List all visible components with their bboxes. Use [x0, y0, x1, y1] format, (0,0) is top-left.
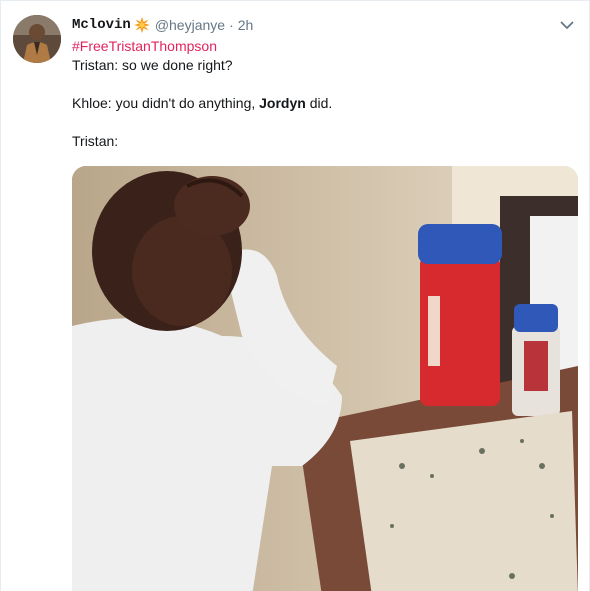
display-name[interactable]: Mclovin [72, 17, 131, 33]
separator-dot: · [229, 17, 234, 33]
tweet-line-2: Khloe: you didn't do anything, Jordyn di… [72, 94, 572, 113]
tweet-line-3: Tristan: [72, 133, 119, 149]
tweet-line-1: Tristan: so we done right? [72, 57, 233, 73]
collision-emoji-icon [133, 17, 150, 33]
tweet-media-gif[interactable] [72, 166, 578, 591]
avatar[interactable] [13, 15, 61, 63]
tweet-card[interactable]: Mclovin @heyjanye · 2h #FreeTristanThomp… [0, 0, 590, 591]
user-handle[interactable]: @heyjanye [155, 17, 225, 33]
timestamp[interactable]: 2h [238, 17, 254, 33]
tweet-text: #FreeTristanThompson Tristan: so we done… [72, 37, 572, 151]
chevron-down-icon[interactable] [559, 17, 575, 33]
tweet-line-2-suffix: did. [305, 95, 333, 111]
tweet-line-2-prefix: Khloe: you didn't do anything, [72, 95, 260, 111]
tweet-header: Mclovin @heyjanye · 2h [72, 15, 253, 35]
hashtag-link[interactable]: #FreeTristanThompson [72, 37, 572, 56]
tweet-line-2-bold: Jordyn [259, 95, 306, 111]
